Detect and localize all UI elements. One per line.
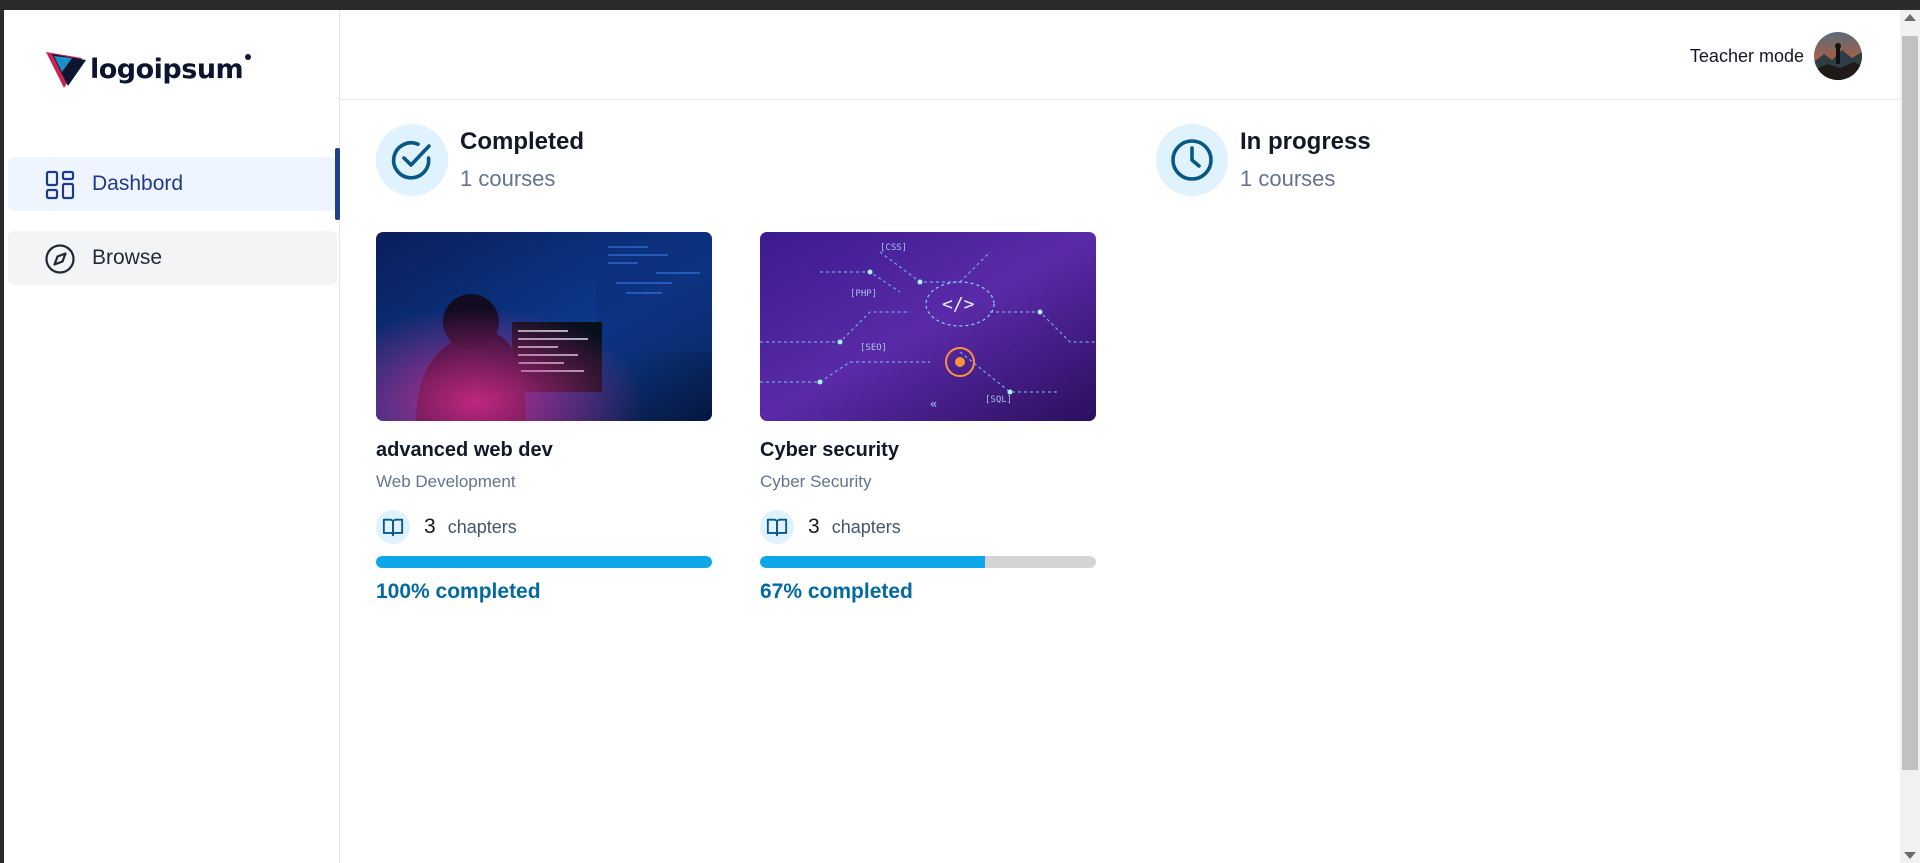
scroll-down-arrow-icon[interactable] (1904, 852, 1916, 859)
svg-text:[SEO]: [SEO] (860, 343, 887, 353)
svg-text:[CSS]: [CSS] (880, 243, 907, 253)
course-card[interactable]: advanced web dev Web Development 3 chapt… (376, 232, 712, 604)
scrollbar-thumb[interactable] (1902, 36, 1918, 770)
in-progress-summary: In progress 1 courses (1156, 124, 1371, 196)
summary-count: 1 courses (460, 166, 556, 191)
window-top-strip (0, 0, 1920, 10)
completed-badge (376, 124, 448, 196)
chapter-count: 3 (424, 515, 436, 538)
chapter-label: chapters (447, 516, 517, 537)
course-title[interactable]: Cyber security (760, 439, 1096, 462)
progress-bar (376, 556, 712, 568)
teacher-mode-button[interactable]: Teacher mode (1690, 46, 1804, 67)
course-thumbnail: </> [PHP] [SEO] [SQL] [CSS] « (760, 232, 1096, 421)
course-card[interactable]: </> [PHP] [SEO] [SQL] [CSS] « Cyber secu… (760, 232, 1096, 604)
svg-text:</>: </> (942, 294, 975, 315)
chapter-count: 3 (808, 515, 820, 538)
check-circle-icon (391, 141, 431, 180)
progress-fill (760, 556, 986, 568)
progress-label: 67% completed (760, 580, 913, 603)
svg-text:[PHP]: [PHP] (850, 289, 877, 299)
logo[interactable]: logoipsum (42, 46, 252, 92)
svg-text:[SQL]: [SQL] (985, 395, 1012, 405)
logo-dot (245, 54, 252, 60)
book-open-icon (376, 510, 410, 544)
in-progress-badge (1156, 124, 1228, 196)
progress-fill (376, 556, 712, 568)
sidebar-item-dashboard[interactable]: Dashbord (8, 148, 340, 220)
sidebar: logoipsum Dashbord Browse (4, 10, 340, 863)
logo-text: logoipsum (90, 53, 244, 85)
summary-title: In progress (1240, 128, 1371, 155)
logo-mark-icon (46, 52, 86, 88)
progress-bar (760, 556, 1096, 568)
summary-title: Completed (460, 128, 585, 155)
avatar[interactable] (1814, 32, 1862, 80)
completed-summary: Completed 1 courses (376, 124, 584, 196)
summary-count: 1 courses (1240, 166, 1336, 191)
course-chapters: 3 chapters (376, 510, 712, 544)
course-thumbnail (376, 232, 712, 421)
clock-icon (1171, 139, 1213, 181)
svg-text:«: « (930, 397, 937, 411)
sidebar-item-browse[interactable]: Browse (8, 231, 337, 285)
scroll-up-arrow-icon[interactable] (1904, 14, 1916, 21)
layout-dashboard-icon (45, 170, 75, 200)
sidebar-item-label: Browse (92, 246, 163, 269)
active-indicator (335, 148, 340, 220)
course-title[interactable]: advanced web dev (376, 439, 712, 462)
progress-label: 100% completed (376, 580, 541, 603)
chapter-label: chapters (831, 516, 901, 537)
avatar-image (1814, 32, 1862, 80)
top-navbar: Teacher mode (340, 10, 1900, 100)
course-chapters: 3 chapters (760, 510, 1096, 544)
course-category: Web Development (376, 472, 516, 491)
sidebar-item-label: Dashbord (92, 172, 184, 195)
book-open-icon (760, 510, 794, 544)
course-category: Cyber Security (760, 472, 872, 491)
compass-icon (45, 244, 75, 274)
